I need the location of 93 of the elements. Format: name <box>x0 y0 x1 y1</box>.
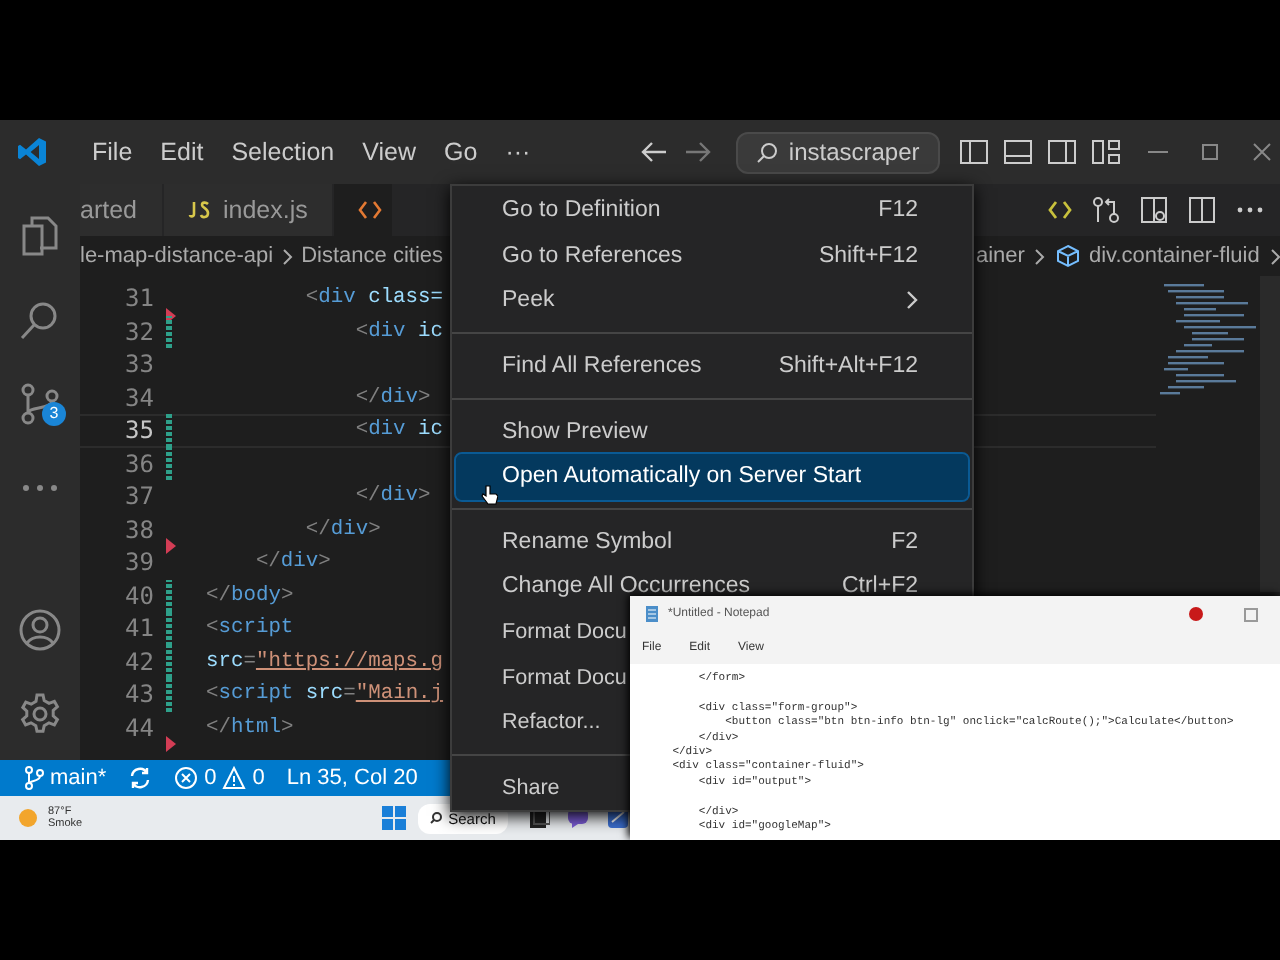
source-control-icon[interactable] <box>18 382 62 426</box>
breadcrumb-item[interactable]: le-map-distance-api <box>80 244 274 268</box>
chevron-right-icon <box>281 247 294 265</box>
code-line: </body> <box>206 583 294 608</box>
menu-item[interactable]: Go to References Shift+F12 <box>456 233 968 279</box>
compare-changes-icon[interactable] <box>1092 196 1120 224</box>
secondary-sidebar-layout-icon[interactable] <box>1048 140 1076 164</box>
menu-item[interactable]: Refactor... <box>456 699 626 746</box>
notification-badge: 3 <box>42 402 66 426</box>
hand-cursor-icon <box>480 484 498 506</box>
line-number: 36 <box>123 449 154 478</box>
line-number: 39 <box>123 548 154 577</box>
menu-item[interactable]: Show Preview <box>456 408 968 454</box>
chevron-right-icon <box>906 290 918 311</box>
preview-icon[interactable] <box>1048 198 1072 222</box>
breadcrumb-item[interactable]: ainer <box>976 244 1025 268</box>
command-search-field[interactable]: instascraper <box>736 131 940 173</box>
chevron-right-icon <box>1269 247 1280 265</box>
problems-status[interactable]: 0 0 <box>174 766 265 790</box>
close-icon[interactable] <box>1252 142 1272 162</box>
menu-item[interactable]: Open Automatically on Server Start <box>456 453 968 500</box>
breadcrumb-item[interactable]: div.container-fluid <box>1088 244 1260 268</box>
warning-icon <box>222 766 247 790</box>
sidebar-layout-icon[interactable] <box>960 140 988 164</box>
sync-icon[interactable] <box>128 766 153 790</box>
js-file-icon <box>187 200 211 220</box>
code-line: <script src="Main.j <box>206 682 444 707</box>
code-line: src="https://maps.g <box>206 649 443 674</box>
back-arrow-icon[interactable] <box>640 140 669 164</box>
menu-item[interactable]: Change All Occurrences Ctrl+F2 <box>456 572 968 601</box>
code-line: </div> <box>253 550 331 575</box>
code-line: </div> <box>353 385 431 410</box>
menu-item[interactable]: File <box>78 138 147 166</box>
windows-start-icon[interactable] <box>382 806 407 830</box>
search-icon <box>430 812 443 824</box>
chevron-right-icon <box>1034 247 1047 265</box>
menu-item[interactable]: Go <box>430 138 492 166</box>
line-number: 33 <box>123 350 154 379</box>
line-number: 31 <box>123 284 154 313</box>
notepad-icon <box>646 606 658 622</box>
code-line: </div> <box>353 484 431 509</box>
recording-dot-icon <box>1188 606 1204 622</box>
maximize-icon[interactable] <box>1244 607 1258 621</box>
menu-item[interactable]: Edit <box>146 138 218 166</box>
line-number: 43 <box>123 680 154 709</box>
sun-icon <box>16 806 40 830</box>
split-editor-icon[interactable] <box>1188 196 1216 224</box>
editor-tab[interactable]: arted <box>80 184 163 236</box>
menu-item[interactable]: Rename Symbol F2 <box>456 519 968 565</box>
error-icon <box>174 766 199 790</box>
maximize-icon[interactable] <box>1200 142 1220 162</box>
line-number: 35 <box>123 416 154 445</box>
line-number: 32 <box>123 317 154 346</box>
menu-item[interactable]: Selection <box>217 138 349 166</box>
git-branch-icon <box>24 766 44 790</box>
customize-layout-icon[interactable] <box>1092 140 1120 164</box>
code-line: <script <box>206 616 294 641</box>
files-icon[interactable] <box>18 214 62 258</box>
line-number: 37 <box>123 482 154 511</box>
editor-tab[interactable]: index.js <box>163 184 334 236</box>
breadcrumb-item[interactable]: Distance cities <box>301 244 444 268</box>
editor-tab[interactable] <box>333 184 394 236</box>
menu-item[interactable]: Peek <box>456 278 968 324</box>
settings-icon[interactable] <box>18 692 62 736</box>
vscode-logo-icon <box>16 136 48 168</box>
line-number: 42 <box>123 647 154 676</box>
menu-item[interactable]: Find All References Shift+Alt+F12 <box>456 343 968 389</box>
menu-item[interactable]: ··· <box>491 138 545 166</box>
forward-arrow-icon[interactable] <box>684 140 713 164</box>
more-actions-icon[interactable] <box>1236 206 1264 214</box>
cube-icon <box>1056 244 1081 268</box>
split-preview-icon[interactable] <box>1140 196 1168 224</box>
code-line: </html> <box>206 715 294 740</box>
code-line: <div ic <box>353 418 443 443</box>
cursor-position[interactable]: Ln 35, Col 20 <box>286 766 418 790</box>
branch-status[interactable]: main* <box>24 766 107 790</box>
line-number: 44 <box>123 713 154 742</box>
menu-item[interactable]: View <box>348 138 431 166</box>
menu-item[interactable]: Format Docu <box>456 609 626 655</box>
panel-layout-icon[interactable] <box>1004 140 1032 164</box>
code-line: </div> <box>303 517 381 542</box>
search-icon <box>756 141 779 163</box>
menu-item[interactable]: Go to Definition F12 <box>456 188 968 234</box>
search-icon[interactable] <box>18 298 62 342</box>
account-icon[interactable] <box>18 608 62 652</box>
line-number: 40 <box>123 581 154 610</box>
line-number: 41 <box>123 614 154 643</box>
code-line: <div ic <box>353 319 443 344</box>
line-number: 34 <box>123 383 154 412</box>
menu-item[interactable]: Format Docu <box>456 654 626 700</box>
code-line: <div class= <box>303 286 443 311</box>
code-brackets-icon <box>357 200 382 220</box>
line-number: 38 <box>123 515 154 544</box>
